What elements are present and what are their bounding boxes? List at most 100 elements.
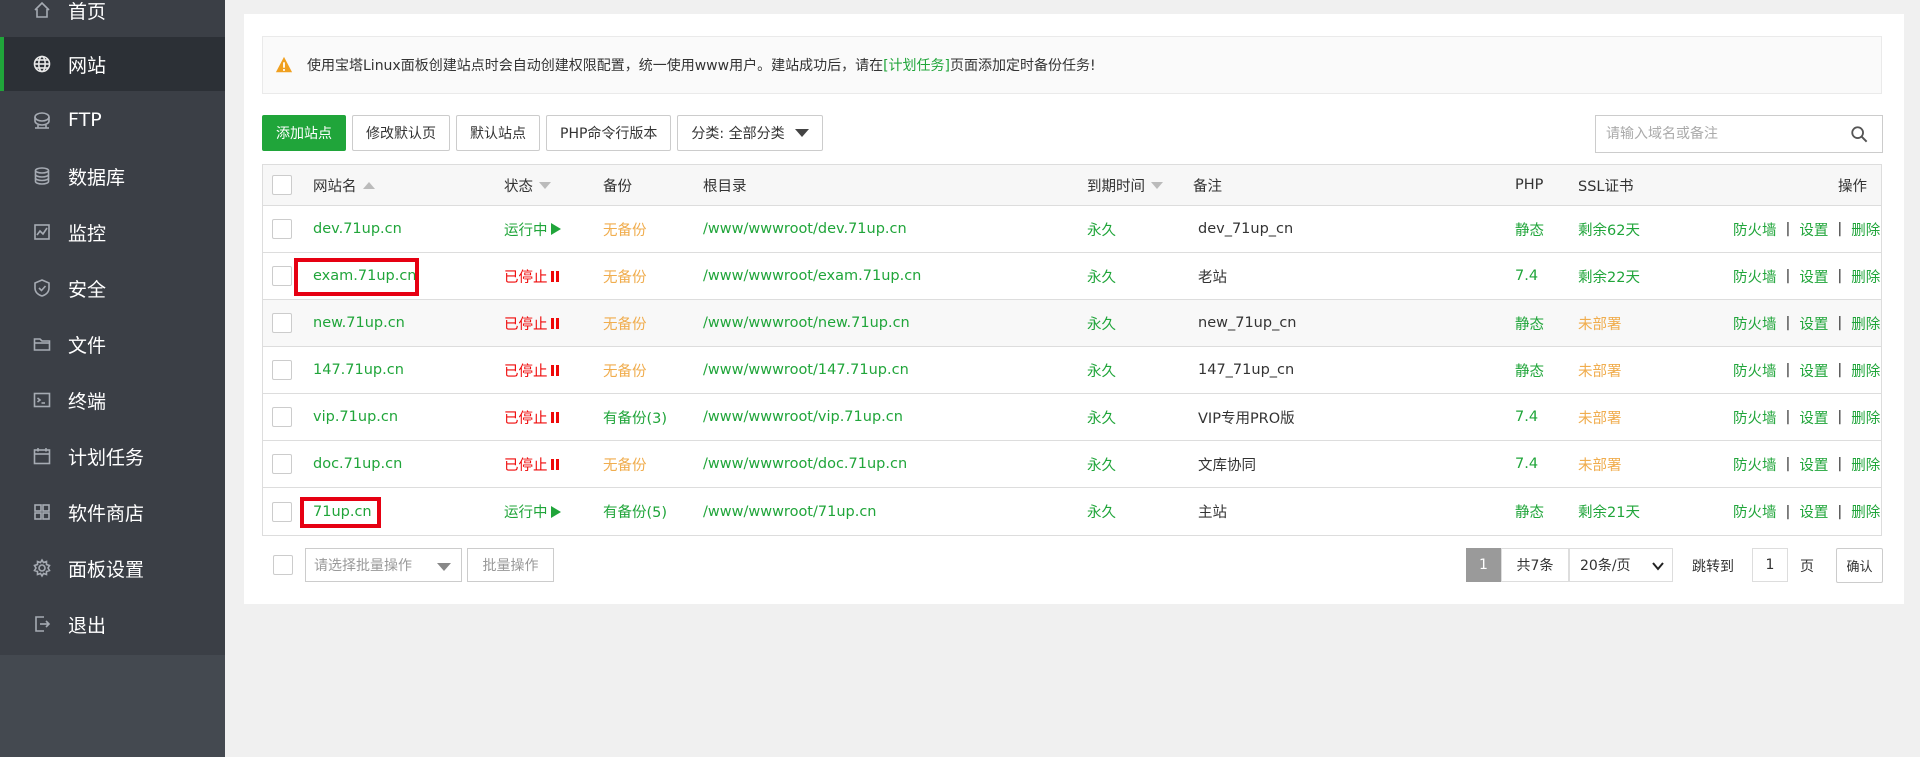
sidebar-item-gear[interactable]: 面板设置 bbox=[0, 541, 225, 595]
site-backup-link[interactable]: 无备份 bbox=[603, 454, 647, 475]
site-expire-link[interactable]: 永久 bbox=[1087, 454, 1116, 475]
search-input[interactable] bbox=[1596, 126, 1846, 142]
site-ssl-link[interactable]: 未部署 bbox=[1578, 360, 1622, 381]
sidebar-item-monitor[interactable]: 监控 bbox=[0, 205, 225, 259]
default-site-button[interactable]: 默认站点 bbox=[456, 115, 540, 151]
site-php-link[interactable]: 7.4 bbox=[1515, 456, 1538, 472]
site-status-toggle[interactable]: 已停止 bbox=[504, 394, 559, 440]
site-ssl-link[interactable]: 剩余21天 bbox=[1578, 501, 1640, 522]
site-status-toggle[interactable]: 已停止 bbox=[504, 300, 559, 346]
row-checkbox[interactable] bbox=[272, 454, 292, 474]
row-checkbox[interactable] bbox=[272, 219, 292, 239]
site-backup-link[interactable]: 无备份 bbox=[603, 219, 647, 240]
settings-link[interactable]: 设置 bbox=[1799, 266, 1828, 287]
sort-by-expire[interactable]: 到期时间 bbox=[1087, 165, 1163, 205]
site-status-toggle[interactable]: 已停止 bbox=[504, 441, 559, 487]
delete-link[interactable]: 删除 bbox=[1851, 360, 1880, 381]
site-backup-link[interactable]: 有备份(3) bbox=[603, 407, 667, 428]
settings-link[interactable]: 设置 bbox=[1799, 407, 1828, 428]
site-php-link[interactable]: 静态 bbox=[1515, 360, 1544, 381]
site-ssl-link[interactable]: 未部署 bbox=[1578, 313, 1622, 334]
site-root-link[interactable]: /www/wwwroot/vip.71up.cn bbox=[703, 409, 903, 425]
jump-page-input[interactable]: 1 bbox=[1752, 548, 1788, 582]
row-checkbox[interactable] bbox=[272, 313, 292, 333]
site-backup-link[interactable]: 有备份(5) bbox=[603, 501, 667, 522]
site-backup-link[interactable]: 无备份 bbox=[603, 266, 647, 287]
site-ssl-link[interactable]: 剩余62天 bbox=[1578, 219, 1640, 240]
site-backup-link[interactable]: 无备份 bbox=[603, 313, 647, 334]
search-icon[interactable] bbox=[1850, 125, 1868, 143]
row-checkbox[interactable] bbox=[272, 501, 292, 522]
site-php-link[interactable]: 静态 bbox=[1515, 501, 1544, 522]
site-ssl-link[interactable]: 未部署 bbox=[1578, 407, 1622, 428]
page-current[interactable]: 1 bbox=[1466, 548, 1501, 582]
firewall-link[interactable]: 防火墙 bbox=[1733, 219, 1777, 240]
settings-link[interactable]: 设置 bbox=[1799, 360, 1828, 381]
sidebar-item-ftp[interactable]: FTP bbox=[0, 93, 225, 147]
firewall-link[interactable]: 防火墙 bbox=[1733, 454, 1777, 475]
site-name-link[interactable]: dev.71up.cn bbox=[313, 221, 402, 237]
site-expire-link[interactable]: 永久 bbox=[1087, 266, 1116, 287]
sidebar-item-calendar[interactable]: 计划任务 bbox=[0, 429, 225, 483]
site-name-link[interactable]: 147.71up.cn bbox=[313, 362, 404, 378]
site-name-link[interactable]: doc.71up.cn bbox=[313, 456, 402, 472]
firewall-link[interactable]: 防火墙 bbox=[1733, 360, 1777, 381]
sort-by-status[interactable]: 状态 bbox=[504, 165, 551, 205]
site-name-link[interactable]: vip.71up.cn bbox=[313, 409, 398, 425]
footer-select-all-checkbox[interactable] bbox=[273, 555, 293, 575]
delete-link[interactable]: 删除 bbox=[1851, 454, 1880, 475]
site-backup-link[interactable]: 无备份 bbox=[603, 360, 647, 381]
site-status-toggle[interactable]: 已停止 bbox=[504, 253, 559, 299]
firewall-link[interactable]: 防火墙 bbox=[1733, 313, 1777, 334]
site-root-link[interactable]: /www/wwwroot/doc.71up.cn bbox=[703, 456, 907, 472]
php-cli-version-button[interactable]: PHP命令行版本 bbox=[546, 115, 672, 151]
site-root-link[interactable]: /www/wwwroot/exam.71up.cn bbox=[703, 268, 921, 284]
site-ssl-link[interactable]: 剩余22天 bbox=[1578, 266, 1640, 287]
add-site-button[interactable]: 添加站点 bbox=[262, 115, 346, 151]
sidebar-item-home[interactable]: 首页 bbox=[0, 0, 225, 37]
site-expire-link[interactable]: 永久 bbox=[1087, 501, 1116, 522]
sidebar-item-folder[interactable]: 文件 bbox=[0, 317, 225, 371]
confirm-jump-button[interactable]: 确认 bbox=[1836, 548, 1883, 583]
site-status-toggle[interactable]: 运行中 bbox=[504, 488, 561, 535]
site-status-toggle[interactable]: 运行中 bbox=[504, 206, 561, 252]
batch-operation-select[interactable]: 请选择批量操作 bbox=[305, 548, 462, 582]
row-checkbox[interactable] bbox=[272, 266, 292, 286]
firewall-link[interactable]: 防火墙 bbox=[1733, 501, 1777, 522]
site-remark[interactable]: 主站 bbox=[1198, 501, 1227, 522]
modify-default-page-button[interactable]: 修改默认页 bbox=[352, 115, 450, 151]
sidebar-item-database[interactable]: 数据库 bbox=[0, 149, 225, 203]
settings-link[interactable]: 设置 bbox=[1799, 454, 1828, 475]
site-expire-link[interactable]: 永久 bbox=[1087, 219, 1116, 240]
delete-link[interactable]: 删除 bbox=[1851, 501, 1880, 522]
site-root-link[interactable]: /www/wwwroot/147.71up.cn bbox=[703, 362, 909, 378]
site-php-link[interactable]: 7.4 bbox=[1515, 268, 1538, 284]
site-remark[interactable]: new_71up_cn bbox=[1198, 315, 1296, 331]
site-root-link[interactable]: /www/wwwroot/new.71up.cn bbox=[703, 315, 910, 331]
site-remark[interactable]: VIP专用PRO版 bbox=[1198, 407, 1295, 428]
sidebar-item-apps[interactable]: 软件商店 bbox=[0, 485, 225, 539]
sort-by-name[interactable]: 网站名 bbox=[313, 165, 375, 205]
firewall-link[interactable]: 防火墙 bbox=[1733, 266, 1777, 287]
site-root-link[interactable]: /www/wwwroot/71up.cn bbox=[703, 504, 877, 520]
firewall-link[interactable]: 防火墙 bbox=[1733, 407, 1777, 428]
site-ssl-link[interactable]: 未部署 bbox=[1578, 454, 1622, 475]
site-remark[interactable]: 147_71up_cn bbox=[1198, 362, 1294, 378]
site-expire-link[interactable]: 永久 bbox=[1087, 360, 1116, 381]
settings-link[interactable]: 设置 bbox=[1799, 313, 1828, 334]
site-remark[interactable]: dev_71up_cn bbox=[1198, 221, 1293, 237]
sidebar-item-shield[interactable]: 安全 bbox=[0, 261, 225, 315]
category-select[interactable]: 分类: 全部分类 bbox=[677, 115, 823, 151]
site-status-toggle[interactable]: 已停止 bbox=[504, 347, 559, 393]
delete-link[interactable]: 删除 bbox=[1851, 219, 1880, 240]
scheduled-task-link[interactable]: [计划任务] bbox=[883, 55, 950, 75]
sidebar-item-terminal[interactable]: 终端 bbox=[0, 373, 225, 427]
delete-link[interactable]: 删除 bbox=[1851, 266, 1880, 287]
site-php-link[interactable]: 静态 bbox=[1515, 219, 1544, 240]
site-expire-link[interactable]: 永久 bbox=[1087, 407, 1116, 428]
site-php-link[interactable]: 静态 bbox=[1515, 313, 1544, 334]
site-remark[interactable]: 文库协同 bbox=[1198, 454, 1256, 475]
page-size-select[interactable]: 20条/页 bbox=[1569, 548, 1673, 582]
site-remark[interactable]: 老站 bbox=[1198, 266, 1227, 287]
sidebar-item-logout[interactable]: 退出 bbox=[0, 597, 225, 651]
